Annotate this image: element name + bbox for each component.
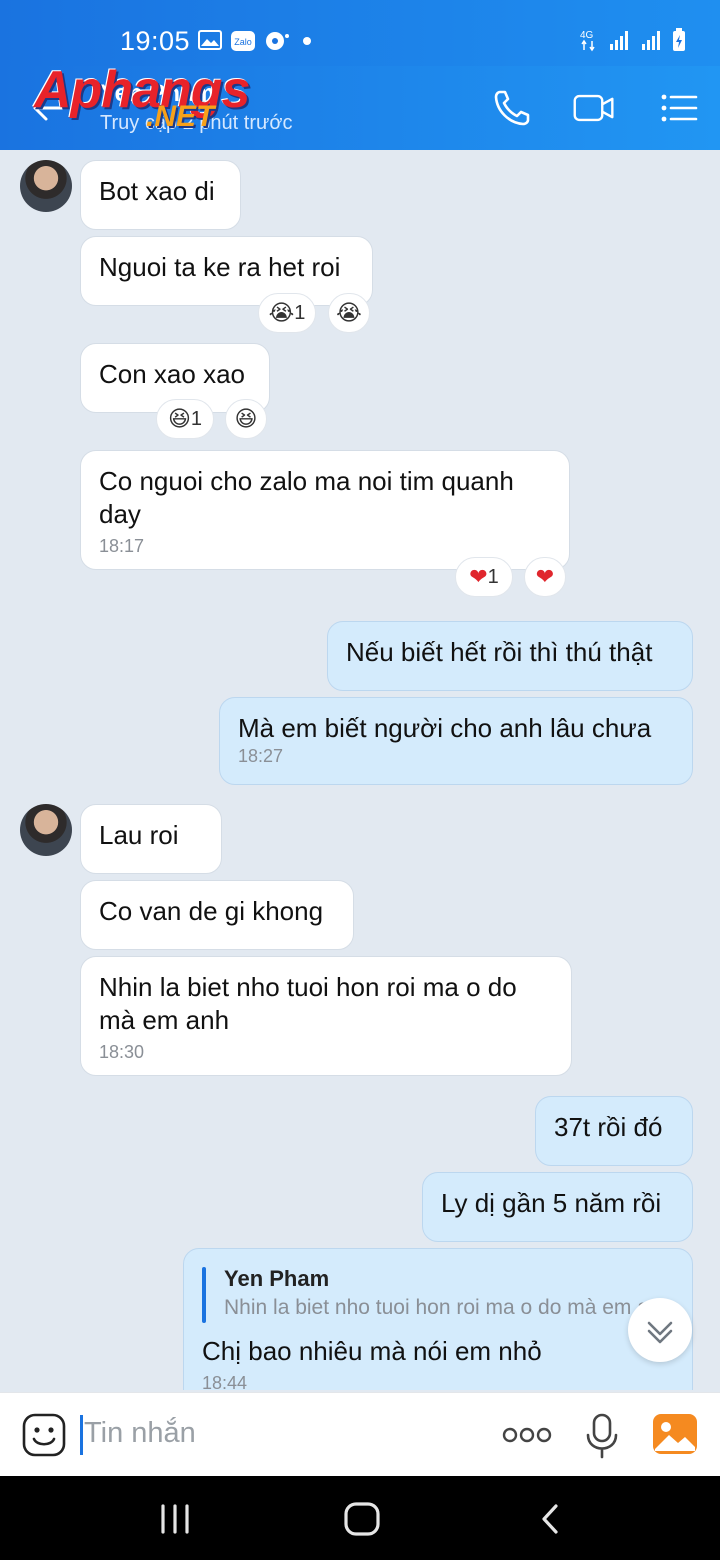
laughing-emoji-icon: 😆	[167, 406, 191, 431]
sticker-icon[interactable]	[22, 1413, 66, 1457]
signal-icon	[610, 31, 628, 50]
heart-emoji-icon: ❤	[469, 564, 488, 589]
chat-header: Yen Pham Truy cập 2 phút trước Aphangs .…	[0, 61, 720, 150]
message-incoming[interactable]: Nhin la biet nho tuoi hon roi ma o do mà…	[80, 956, 572, 1076]
back-nav-icon[interactable]	[536, 1502, 564, 1536]
more-options-icon[interactable]	[502, 1423, 552, 1447]
reaction-button[interactable]: ❤	[524, 557, 566, 597]
message-outgoing[interactable]: Ly dị gần 5 năm rồi	[422, 1172, 693, 1242]
message-outgoing[interactable]: 37t rồi đó	[535, 1096, 693, 1166]
svg-text:Zalo: Zalo	[234, 37, 252, 47]
system-nav-bar	[0, 1476, 720, 1560]
image-picker-icon[interactable]	[652, 1413, 698, 1455]
message-text: Nhin la biet nho tuoi hon roi ma o do mà…	[99, 972, 517, 1035]
message-incoming[interactable]: Co van de gi khong	[80, 880, 354, 950]
crying-emoji-icon: 😭	[268, 300, 295, 325]
home-icon[interactable]	[343, 1502, 381, 1536]
message-incoming[interactable]: Lau roi	[80, 804, 222, 874]
microphone-icon[interactable]	[584, 1413, 620, 1459]
heart-emoji-icon: ❤	[535, 564, 555, 589]
message-text: Ly dị gần 5 năm rồi	[441, 1188, 662, 1218]
zalo-notification-icon: Zalo	[231, 31, 255, 51]
reaction-count: 1	[487, 565, 499, 588]
status-bar: 19:05 Zalo 4G	[0, 0, 720, 66]
message-text: Con xao xao	[99, 359, 245, 389]
reaction-count: 1	[190, 407, 203, 430]
contact-avatar[interactable]	[20, 804, 72, 856]
message-incoming[interactable]: Co nguoi cho zalo ma noi tim quanh day 1…	[80, 450, 570, 570]
message-incoming[interactable]: Nguoi ta ke ra het roi	[80, 236, 373, 306]
message-outgoing[interactable]: Mà em biết người cho anh lâu chưa 18:27	[219, 697, 693, 785]
reaction-count: 1	[294, 301, 306, 324]
scroll-to-bottom-button[interactable]	[628, 1298, 692, 1362]
quoted-sender: Yen Pham	[224, 1266, 330, 1291]
watermark-logo-suffix: .NET	[146, 100, 215, 133]
chat-messages[interactable]: Bot xao di Nguoi ta ke ra het roi 😭 1 😭 C…	[0, 150, 720, 1390]
crying-emoji-icon: 😭	[336, 300, 362, 325]
message-input[interactable]: Tin nhắn	[84, 1417, 196, 1450]
laughing-emoji-icon: 😆	[234, 406, 258, 431]
network-4g-icon: 4G	[580, 30, 595, 52]
reaction-summary[interactable]: ❤ 1	[455, 557, 513, 597]
signal-icon-2	[642, 31, 660, 50]
contact-avatar[interactable]	[20, 160, 72, 212]
gallery-notification-icon	[198, 30, 222, 50]
message-input-bar: Tin nhắn	[0, 1392, 720, 1476]
message-text: Chị bao nhiêu mà nói em nhỏ	[202, 1336, 542, 1366]
message-text: Nếu biết hết rồi thì thú thật	[346, 637, 653, 667]
reaction-button[interactable]: 😆	[225, 399, 267, 439]
message-incoming[interactable]: Bot xao di	[80, 160, 241, 230]
video-call-icon[interactable]	[572, 86, 616, 130]
message-text: Bot xao di	[99, 176, 215, 206]
message-time: 18:27	[238, 746, 284, 766]
reaction-summary[interactable]: 😆 1	[156, 399, 214, 439]
chevron-down-icon	[647, 1321, 673, 1344]
message-text: Lau roi	[99, 820, 179, 850]
message-text: Nguoi ta ke ra het roi	[99, 252, 341, 282]
battery-icon	[673, 28, 685, 51]
quoted-text[interactable]: Nhin la biet nho tuoi hon roi ma o do mà…	[224, 1293, 674, 1323]
message-text: 37t rồi đó	[554, 1112, 663, 1142]
quote-bar	[202, 1267, 206, 1323]
svg-text:4G: 4G	[580, 30, 594, 41]
status-time: 19:05	[120, 26, 191, 56]
message-text: Mà em biết người cho anh lâu chưa	[238, 713, 652, 743]
recent-apps-icon[interactable]	[158, 1502, 192, 1536]
reaction-button[interactable]: 😭	[328, 293, 370, 333]
reaction-summary[interactable]: 😭 1	[258, 293, 316, 333]
message-time: 18:44	[202, 1373, 248, 1390]
message-text: Co van de gi khong	[99, 896, 324, 926]
voice-call-icon[interactable]	[490, 86, 534, 130]
watermark-logo: Aphangs	[34, 61, 250, 119]
menu-list-icon[interactable]	[656, 86, 700, 130]
message-time: 18:30	[99, 1042, 145, 1062]
text-caret	[80, 1415, 83, 1455]
more-notifications-dot-icon	[303, 37, 311, 45]
message-text: Co nguoi cho zalo ma noi tim quanh day	[99, 466, 514, 529]
messenger-notification-icon	[266, 32, 289, 50]
message-outgoing-reply[interactable]: Yen Pham Nhin la biet nho tuoi hon roi m…	[183, 1248, 693, 1390]
message-time: 18:17	[99, 536, 145, 556]
message-outgoing[interactable]: Nếu biết hết rồi thì thú thật	[327, 621, 693, 691]
